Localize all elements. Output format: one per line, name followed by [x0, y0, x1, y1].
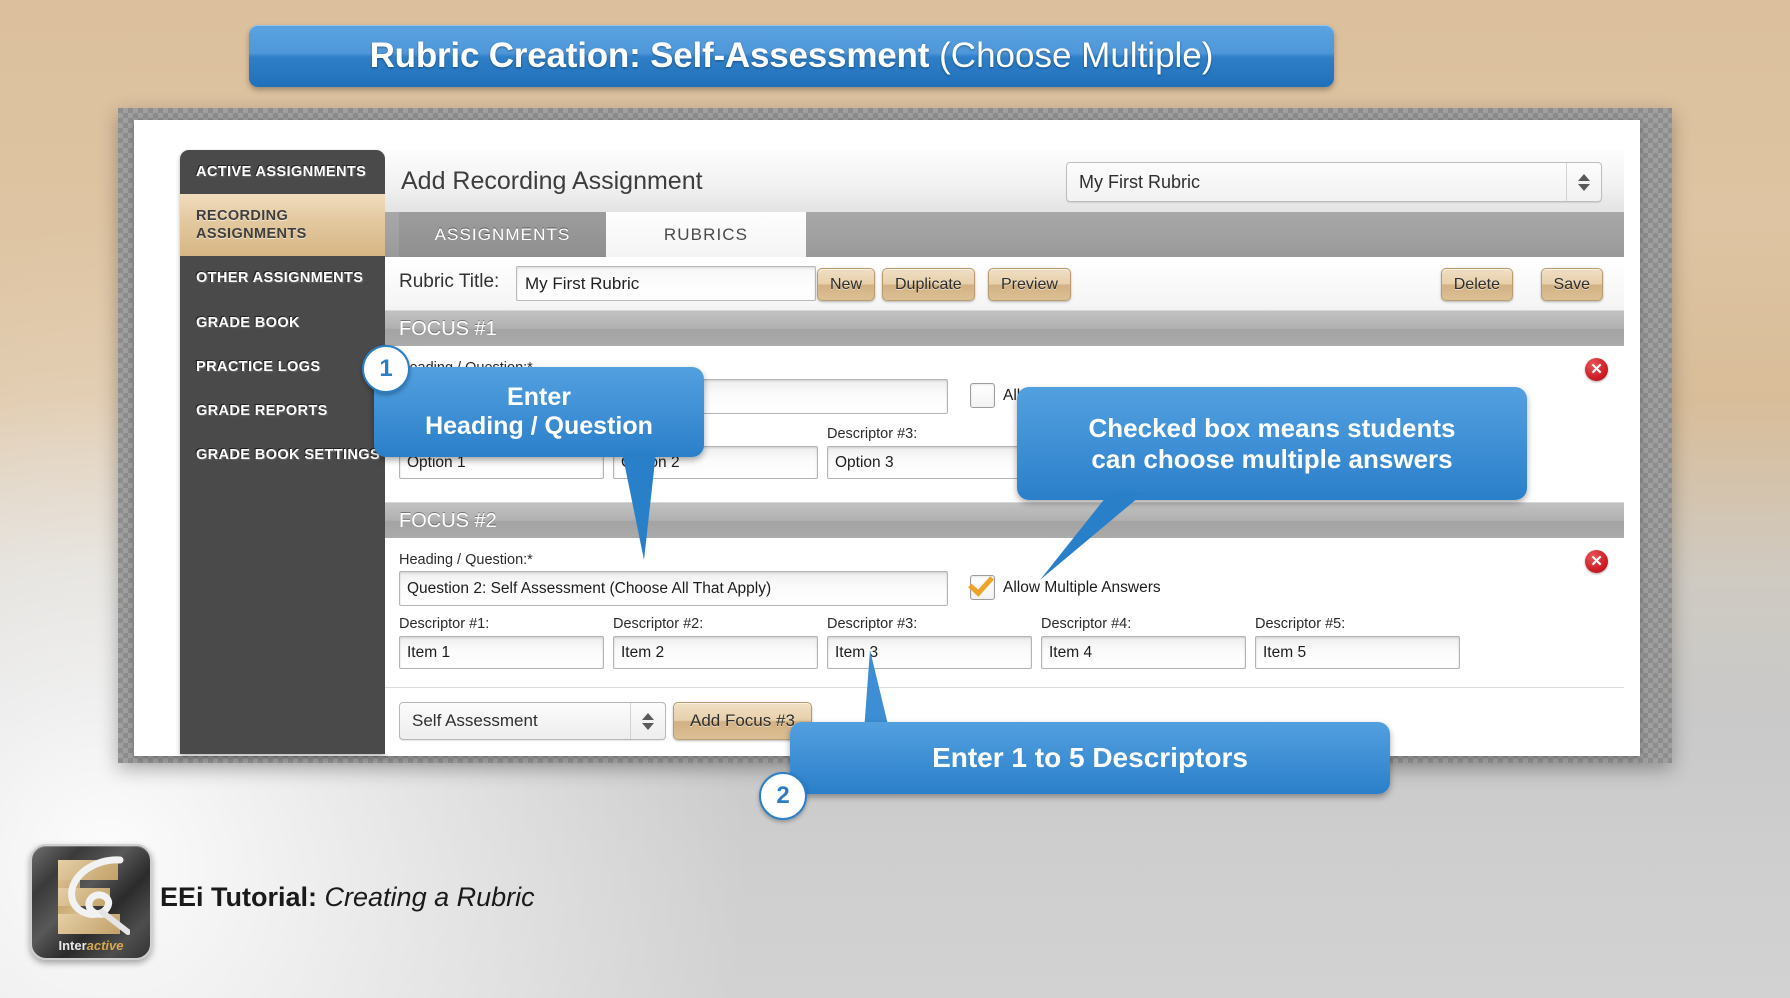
topbar: Add Recording Assignment My First Rubric	[385, 150, 1624, 213]
callout-3-badge: 2	[759, 772, 807, 820]
sidebar-item-label: GRADE BOOK	[196, 314, 300, 331]
focus-type-select[interactable]: Self Assessment	[399, 702, 666, 740]
tab-label: ASSIGNMENTS	[434, 224, 571, 244]
callout-3-badge-number: 2	[776, 782, 790, 809]
sidebar-item-label: ACTIVE ASSIGNMENTS	[196, 164, 367, 180]
footer-brand: EEi Tutorial:	[160, 882, 318, 912]
sidebar-item-label: OTHER ASSIGNMENTS	[196, 270, 364, 287]
rubric-title-input[interactable]: My First Rubric	[516, 266, 816, 301]
focus-1-allow-multiple-checkbox[interactable]	[970, 383, 995, 408]
focus-2-heading-label: Heading / Question:*	[399, 552, 533, 568]
tabstrip: ASSIGNMENTS RUBRICS	[385, 212, 1624, 257]
focus-2-descriptor-2: Descriptor #2: Item 2	[613, 616, 818, 669]
banner-title-light: (Choose Multiple)	[939, 36, 1214, 75]
sidebar-item-other-assignments[interactable]: OTHER ASSIGNMENTS	[180, 256, 385, 300]
tab-rubrics[interactable]: RUBRICS	[606, 212, 806, 257]
callout-1-badge-number: 1	[379, 355, 393, 382]
focus-2-heading-input[interactable]: Question 2: Self Assessment (Choose All …	[399, 571, 948, 606]
callout-2-line-1: Checked box means students	[1088, 412, 1456, 443]
logo-text-active: active	[86, 938, 124, 953]
new-button[interactable]: New	[817, 268, 876, 301]
focus-type-value: Self Assessment	[412, 711, 538, 730]
descriptor-input[interactable]: Item 2	[613, 636, 818, 669]
callout-1-enter-heading: Enter Heading / Question	[374, 367, 704, 457]
save-button[interactable]: Save	[1540, 268, 1603, 301]
focus-1-descriptor-3: Descriptor #3: Option 3	[827, 426, 1032, 479]
focus-2-body: Heading / Question:* Question 2: Self As…	[385, 538, 1624, 688]
focus-2-delete-circle-icon[interactable]: ✕	[1585, 550, 1608, 573]
rubric-select[interactable]: My First Rubric	[1066, 162, 1602, 202]
logo-text-inter: Inter	[58, 938, 87, 953]
sidebar-item-practice-logs[interactable]: PRACTICE LOGS	[180, 345, 385, 389]
chevron-down-icon	[1578, 183, 1590, 191]
descriptor-label: Descriptor #2:	[613, 616, 704, 632]
duplicate-button[interactable]: Duplicate	[882, 268, 975, 301]
descriptor-label: Descriptor #1:	[399, 616, 490, 632]
descriptor-input[interactable]: Option 3	[827, 446, 1032, 479]
sidebar-item-active-assignments[interactable]: ACTIVE ASSIGNMENTS	[180, 150, 385, 194]
focus-2-descriptor-4: Descriptor #4: Item 4	[1041, 616, 1246, 669]
footer-subject: Creating a Rubric	[324, 882, 535, 912]
updown-stepper-icon[interactable]	[1566, 163, 1601, 201]
callout-1-tail	[622, 452, 656, 560]
callout-2-checked-box: Checked box means students can choose mu…	[1017, 387, 1527, 500]
preview-button[interactable]: Preview	[988, 268, 1071, 301]
footer-text: EEi Tutorial: Creating a Rubric	[160, 882, 535, 913]
chevron-up-icon	[1578, 173, 1590, 181]
descriptor-label: Descriptor #5:	[1255, 616, 1346, 632]
descriptor-input[interactable]: Item 4	[1041, 636, 1246, 669]
descriptor-label: Descriptor #3:	[827, 426, 918, 442]
focus-2-header-label: FOCUS #2	[399, 509, 497, 532]
sidebar-item-label: RECORDING ASSIGNMENTS	[196, 208, 307, 243]
logo-text: Interactive	[32, 938, 150, 953]
descriptor-label: Descriptor #4:	[1041, 616, 1132, 632]
callout-1-line-1: Enter	[507, 382, 571, 411]
focus-2-header: FOCUS #2	[385, 502, 1624, 540]
chevron-up-icon	[642, 712, 654, 720]
logo-pen-icon	[68, 856, 130, 935]
tab-assignments[interactable]: ASSIGNMENTS	[399, 212, 606, 257]
focus-2-allow-multiple-checkbox[interactable]	[970, 575, 995, 600]
updown-stepper-icon[interactable]	[630, 703, 665, 739]
eei-logo-icon: Interactive	[30, 844, 152, 960]
callout-3-line-1: Enter 1 to 5 Descriptors	[932, 742, 1248, 774]
rubric-select-value: My First Rubric	[1079, 171, 1200, 192]
focus-1-header: FOCUS #1	[385, 310, 1624, 348]
rubric-title-label: Rubric Title:	[399, 271, 500, 292]
sidebar-item-label: PRACTICE LOGS	[196, 358, 321, 375]
page-title: Add Recording Assignment	[401, 167, 703, 195]
delete-button[interactable]: Delete	[1440, 268, 1513, 301]
descriptor-input[interactable]: Item 1	[399, 636, 604, 669]
tab-label: RUBRICS	[663, 224, 749, 244]
sidebar-item-recording-assignments[interactable]: RECORDING ASSIGNMENTS	[180, 194, 385, 257]
chevron-down-icon	[642, 722, 654, 730]
sidebar-item-label: GRADE REPORTS	[196, 402, 328, 419]
descriptor-input[interactable]: Item 5	[1255, 636, 1460, 669]
rubric-title-row: Rubric Title: My First Rubric New Duplic…	[385, 257, 1624, 311]
sidebar-item-grade-book[interactable]: GRADE BOOK	[180, 301, 385, 345]
callout-3-enter-descriptors: Enter 1 to 5 Descriptors	[790, 722, 1390, 794]
callout-2-tail	[1040, 492, 1145, 580]
focus-2-descriptor-1: Descriptor #1: Item 1	[399, 616, 604, 669]
callout-1-line-2: Heading / Question	[425, 412, 653, 440]
sidebar-item-grade-reports[interactable]: GRADE REPORTS	[180, 389, 385, 433]
sidebar-item-label: GRADE BOOK SETTINGS	[196, 446, 381, 463]
sidebar-item-grade-book-settings[interactable]: GRADE BOOK SETTINGS	[180, 433, 385, 477]
sidebar: ACTIVE ASSIGNMENTS RECORDING ASSIGNMENTS…	[180, 150, 385, 754]
focus-1-delete-circle-icon[interactable]: ✕	[1585, 358, 1608, 381]
descriptor-label: Descriptor #3:	[827, 616, 918, 632]
callout-1-badge: 1	[362, 345, 410, 393]
focus-1-header-label: FOCUS #1	[399, 317, 497, 340]
title-banner: Rubric Creation: Self-Assessment (Choose…	[249, 25, 1334, 87]
callout-2-line-2: can choose multiple answers	[1091, 443, 1453, 474]
banner-title-bold: Rubric Creation: Self-Assessment	[369, 36, 930, 75]
focus-2-descriptor-5: Descriptor #5: Item 5	[1255, 616, 1460, 669]
